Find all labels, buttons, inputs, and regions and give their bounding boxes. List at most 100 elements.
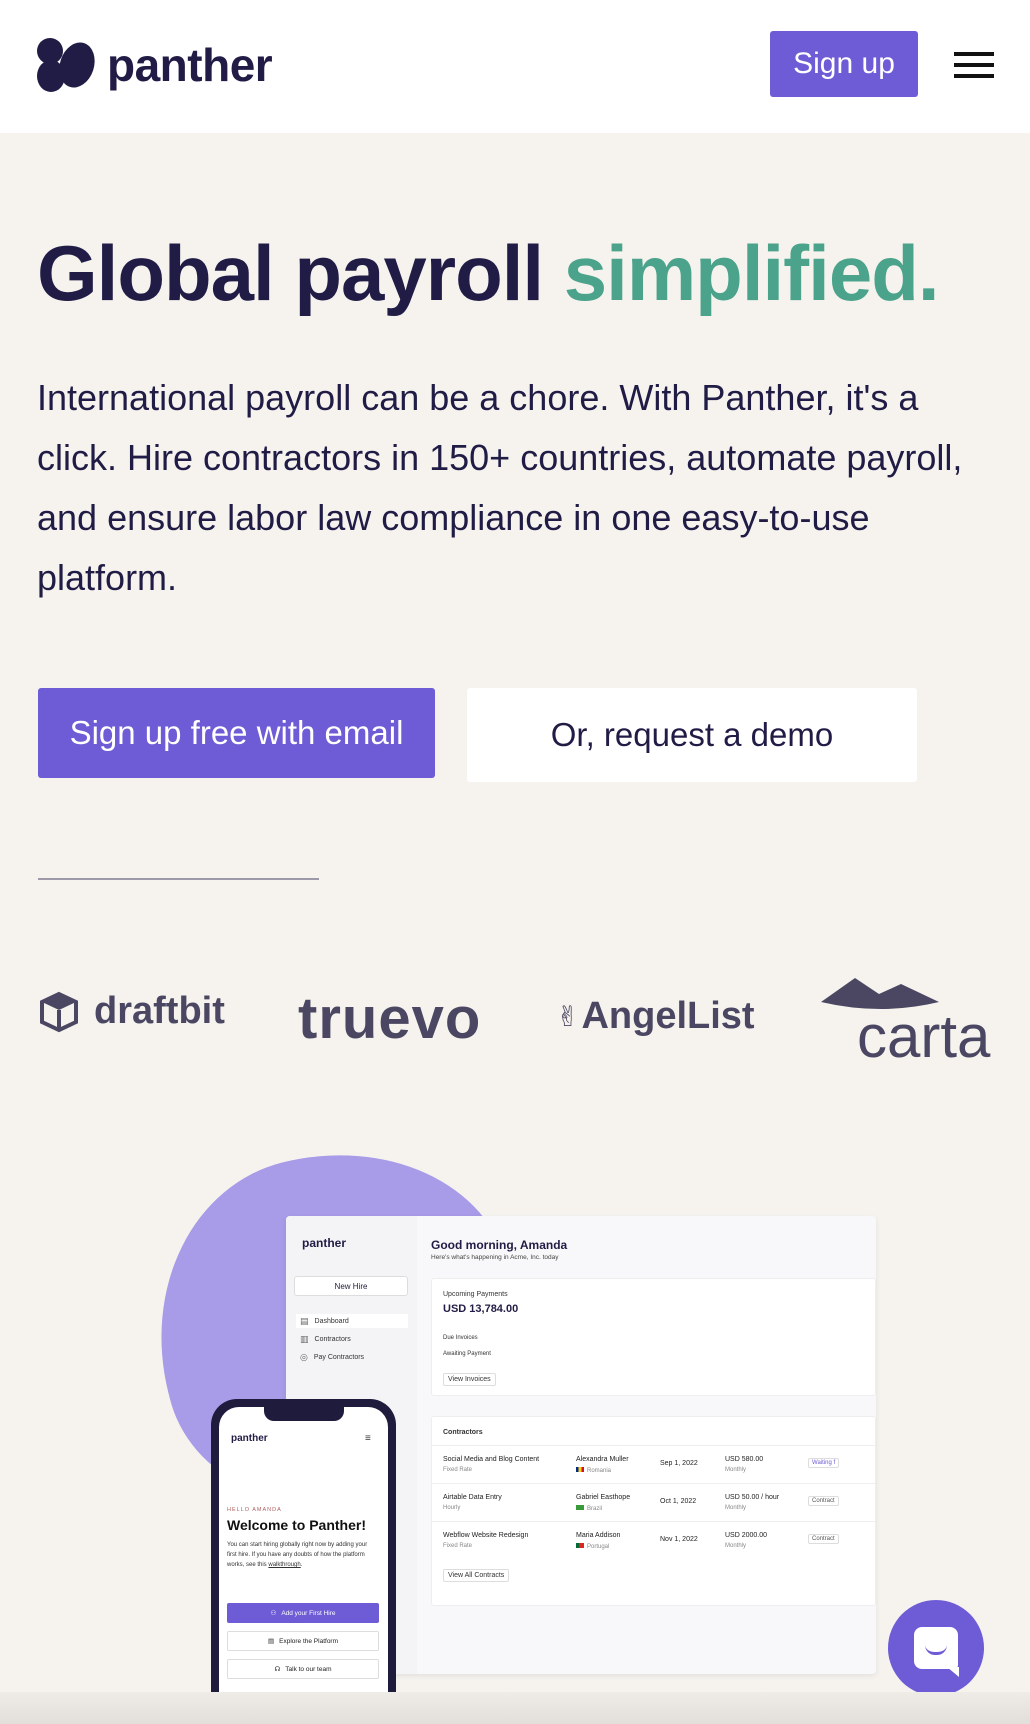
draftbit-cube-icon (40, 991, 78, 1032)
row-title: Social Media and Blog Content (443, 1456, 540, 1463)
row-amount: USD 50.00 / hour (725, 1494, 780, 1501)
logo-text: panther (107, 39, 273, 91)
row-date: Oct 1, 2022 (660, 1498, 697, 1505)
flag-icon (576, 1467, 584, 1472)
row-name: Gabriel Easthope (576, 1494, 631, 1501)
signup-email-button[interactable]: Sign up free with email (38, 688, 435, 778)
talk-to-team-label: Talk to our team (285, 1665, 332, 1673)
row-country: Portugal (576, 1543, 609, 1550)
row-amount: USD 580.00 (725, 1456, 764, 1463)
flag-icon (576, 1543, 584, 1548)
document-icon: ▥ (300, 1333, 309, 1344)
hero-title: Global payroll simplified. (37, 228, 940, 319)
sidebar-item-label: Contractors (314, 1335, 351, 1343)
dashboard-logo: panther (302, 1236, 347, 1250)
layout-icon: ▤ (267, 1638, 275, 1645)
brand-logo-carta: carta (821, 976, 991, 1070)
table-row: Social Media and Blog Content Fixed Rate… (432, 1445, 876, 1483)
table-row: Airtable Data Entry Hourly Gabriel Easth… (432, 1483, 876, 1521)
row-rate-type: Fixed Rate (443, 1467, 473, 1473)
user-add-icon: ⚇ (270, 1610, 277, 1617)
flag-icon (576, 1505, 584, 1510)
explore-platform-label: Explore the Platform (279, 1637, 339, 1645)
dashboard-subtitle: Here's what's happening in Acme, Inc. to… (431, 1254, 559, 1261)
row-date: Nov 1, 2022 (660, 1536, 698, 1543)
upcoming-label: Upcoming Payments (443, 1291, 508, 1298)
talk-to-team-button: ☊ Talk to our team (227, 1659, 379, 1679)
draftbit-wordmark: draftbit (94, 990, 225, 1032)
carta-wordmark: carta (857, 1003, 991, 1070)
row-country-name: Brazil (587, 1506, 603, 1512)
phone-mockup: panther ≡ HELLO AMANDA Welcome to Panthe… (211, 1399, 396, 1724)
row-date: Sep 1, 2022 (660, 1460, 698, 1467)
row-name: Maria Addison (576, 1532, 621, 1539)
walkthrough-link: walkthrough (268, 1562, 301, 1568)
row-title: Webflow Website Redesign (443, 1532, 529, 1539)
sidebar-item-label: Pay Contractors (313, 1353, 365, 1361)
section-divider (38, 878, 319, 880)
bottom-shadow (0, 1692, 1030, 1724)
upcoming-payments-card: Upcoming Payments USD 13,784.00 Due Invo… (431, 1278, 876, 1396)
angellist-hand-icon: ✌ (556, 1001, 580, 1032)
row-amount: USD 2000.00 (725, 1532, 768, 1539)
row-country: Romania (576, 1467, 611, 1474)
hero-title-main: Global payroll (37, 229, 564, 317)
phone-logo: panther (231, 1433, 268, 1444)
coin-icon: ◎ (300, 1351, 308, 1362)
contractors-title: Contractors (443, 1429, 483, 1436)
dashboard-icon: ▤ (300, 1315, 309, 1326)
dashboard-greeting: Good morning, Amanda (431, 1238, 568, 1252)
angellist-wordmark: AngelList (581, 995, 755, 1037)
sidebar-item-pay-contractors: ◎ Pay Contractors (296, 1350, 408, 1364)
contractors-card: Contractors Social Media and Blog Conten… (431, 1416, 876, 1606)
row-country-name: Romania (587, 1468, 612, 1474)
phone-welcome-title: Welcome to Panther! (227, 1517, 366, 1533)
row-period: Monthly (725, 1467, 747, 1473)
sidebar-item-label: Dashboard (314, 1317, 349, 1325)
phone-menu-icon: ≡ (365, 1433, 371, 1444)
request-demo-button[interactable]: Or, request a demo (467, 688, 917, 782)
upcoming-amount: USD 13,784.00 (443, 1303, 519, 1315)
awaiting-payment-label: Awaiting Payment (443, 1351, 491, 1357)
brand-logo-draftbit: draftbit (38, 990, 225, 1033)
dashboard-main: Good morning, Amanda Here's what's happe… (417, 1216, 876, 1674)
row-status-badge: Contract (808, 1496, 839, 1506)
phone-hello: HELLO AMANDA (227, 1507, 282, 1513)
add-first-hire-label: Add your First Hire (281, 1609, 336, 1617)
row-country: Brazil (576, 1505, 602, 1512)
phone-screen: panther ≡ HELLO AMANDA Welcome to Panthe… (219, 1407, 388, 1724)
headset-icon: ☊ (274, 1666, 281, 1673)
view-invoices-button: View Invoices (443, 1373, 496, 1386)
hamburger-menu-icon[interactable] (954, 52, 994, 78)
row-rate-type: Hourly (443, 1505, 461, 1511)
sidebar-item-contractors: ▥ Contractors (296, 1332, 408, 1346)
row-title: Airtable Data Entry (443, 1494, 502, 1501)
chat-icon (914, 1627, 959, 1677)
explore-platform-button: ▤ Explore the Platform (227, 1631, 379, 1651)
table-row: Webflow Website Redesign Fixed Rate Mari… (432, 1521, 876, 1559)
panther-logo[interactable]: panther (37, 37, 273, 93)
row-period: Monthly (725, 1505, 747, 1511)
header-signup-button[interactable]: Sign up (770, 31, 918, 97)
phone-body-text: You can start hiring globally right now … (227, 1540, 377, 1570)
row-rate-type: Fixed Rate (443, 1543, 473, 1549)
site-header: panther Sign up (0, 0, 1030, 133)
row-name: Alexandra Muller (576, 1456, 629, 1463)
due-invoices-label: Due Invoices (443, 1335, 478, 1341)
view-all-contracts-button: View All Contracts (443, 1569, 510, 1582)
hero-description: International payroll can be a chore. Wi… (37, 377, 963, 598)
new-hire-button: New Hire (294, 1276, 408, 1296)
brand-logo-truevo: truevo (298, 986, 482, 1051)
row-country-name: Portugal (587, 1544, 610, 1550)
sidebar-item-dashboard: ▤ Dashboard (296, 1314, 408, 1328)
hero-title-accent: simplified. (563, 229, 940, 317)
row-period: Monthly (725, 1543, 747, 1549)
add-first-hire-button: ⚇ Add your First Hire (227, 1603, 379, 1623)
brand-logo-angellist: ✌ AngelList (556, 995, 755, 1038)
phone-body-end: . (300, 1562, 303, 1568)
row-status-badge: Contract (808, 1534, 839, 1544)
panther-logo-icon (37, 37, 101, 93)
chat-launcher-button[interactable] (888, 1600, 984, 1696)
row-status-badge: Waiting f (808, 1458, 840, 1468)
phone-notch (264, 1407, 344, 1421)
